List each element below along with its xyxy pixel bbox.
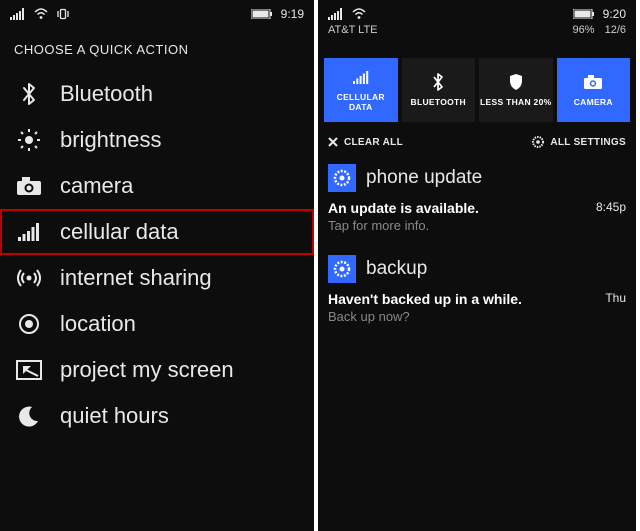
notification-message: Haven't backed up in a while. <box>328 291 522 307</box>
qa-label: brightness <box>60 127 162 153</box>
qa-label: project my screen <box>60 357 234 383</box>
status-time: 9:19 <box>281 7 304 21</box>
clear-all-button[interactable]: CLEAR ALL <box>328 137 403 148</box>
quick-action-chooser: 9:19 CHOOSE A QUICK ACTION Bluetooth bri… <box>0 0 316 531</box>
notification-phone-update[interactable]: phone update An update is available. Tap… <box>318 156 636 247</box>
all-settings-label: ALL SETTINGS <box>550 137 626 148</box>
notification-backup[interactable]: backup Haven't backed up in a while. Bac… <box>318 247 636 338</box>
status-date: 12/6 <box>605 24 626 36</box>
status-sub-row: AT&T LTE 96% 12/6 <box>318 24 636 40</box>
clear-all-label: CLEAR ALL <box>344 137 403 148</box>
qa-label: camera <box>60 173 133 199</box>
quick-tiles: CELLULAR DATA BLUETOOTH LESS THAN 20% CA… <box>318 40 636 126</box>
cellular-icon <box>14 219 44 245</box>
qa-item-cellular-data[interactable]: cellular data <box>0 209 314 255</box>
qa-item-project-screen[interactable]: project my screen <box>0 347 314 393</box>
tile-camera[interactable]: CAMERA <box>557 58 631 122</box>
qa-label: Bluetooth <box>60 81 153 107</box>
signal-icon <box>328 8 344 20</box>
camera-icon <box>584 73 602 91</box>
tile-bluetooth[interactable]: BLUETOOTH <box>402 58 476 122</box>
qa-label: quiet hours <box>60 403 169 429</box>
settings-app-icon <box>328 255 356 283</box>
notification-subtext: Tap for more info. <box>328 218 479 233</box>
tile-cellular-data[interactable]: CELLULAR DATA <box>324 58 398 122</box>
qa-label: cellular data <box>60 219 179 245</box>
hotspot-icon <box>14 265 44 291</box>
tile-label: CAMERA <box>574 97 613 107</box>
wifi-icon <box>352 8 366 20</box>
tile-battery-saver[interactable]: LESS THAN 20% <box>479 58 553 122</box>
project-screen-icon <box>14 357 44 383</box>
notification-time: Thu <box>605 291 626 305</box>
qa-item-camera[interactable]: camera <box>0 163 314 209</box>
battery-icon <box>573 9 595 19</box>
qa-item-quiet-hours[interactable]: quiet hours <box>0 393 314 439</box>
shield-icon <box>507 73 525 91</box>
notification-title: phone update <box>366 167 482 189</box>
bluetooth-icon <box>14 81 44 107</box>
quick-action-list: Bluetooth brightness camera cellular dat… <box>0 71 314 439</box>
notification-subtext: Back up now? <box>328 309 522 324</box>
actions-row: CLEAR ALL ALL SETTINGS <box>318 126 636 156</box>
qa-label: internet sharing <box>60 265 212 291</box>
qa-label: location <box>60 311 136 337</box>
qa-item-brightness[interactable]: brightness <box>0 117 314 163</box>
signal-icon <box>10 8 26 20</box>
close-icon <box>328 137 338 147</box>
tile-label: LESS THAN 20% <box>480 97 551 107</box>
all-settings-button[interactable]: ALL SETTINGS <box>532 136 626 148</box>
tile-label: CELLULAR DATA <box>324 92 398 112</box>
cellular-icon <box>352 68 370 86</box>
qa-item-bluetooth[interactable]: Bluetooth <box>0 71 314 117</box>
notification-time: 8:45p <box>596 200 626 214</box>
qa-item-internet-sharing[interactable]: internet sharing <box>0 255 314 301</box>
moon-icon <box>14 403 44 429</box>
carrier-label: AT&T LTE <box>328 24 378 36</box>
status-bar: 9:19 <box>0 0 314 24</box>
bluetooth-icon <box>429 73 447 91</box>
status-bar: 9:20 <box>318 0 636 24</box>
battery-pct: 96% <box>573 24 595 36</box>
brightness-icon <box>14 127 44 153</box>
location-icon <box>14 311 44 337</box>
wifi-icon <box>34 8 48 20</box>
qa-item-location[interactable]: location <box>0 301 314 347</box>
battery-icon <box>251 9 273 19</box>
vibrate-icon <box>56 8 70 20</box>
page-title: CHOOSE A QUICK ACTION <box>0 24 314 71</box>
camera-icon <box>14 173 44 199</box>
action-center: 9:20 AT&T LTE 96% 12/6 CELLULAR DATA BLU… <box>316 0 636 531</box>
notification-message: An update is available. <box>328 200 479 216</box>
settings-app-icon <box>328 164 356 192</box>
status-time: 9:20 <box>603 7 626 21</box>
tile-label: BLUETOOTH <box>411 97 466 107</box>
notification-title: backup <box>366 258 427 280</box>
gear-icon <box>532 136 544 148</box>
